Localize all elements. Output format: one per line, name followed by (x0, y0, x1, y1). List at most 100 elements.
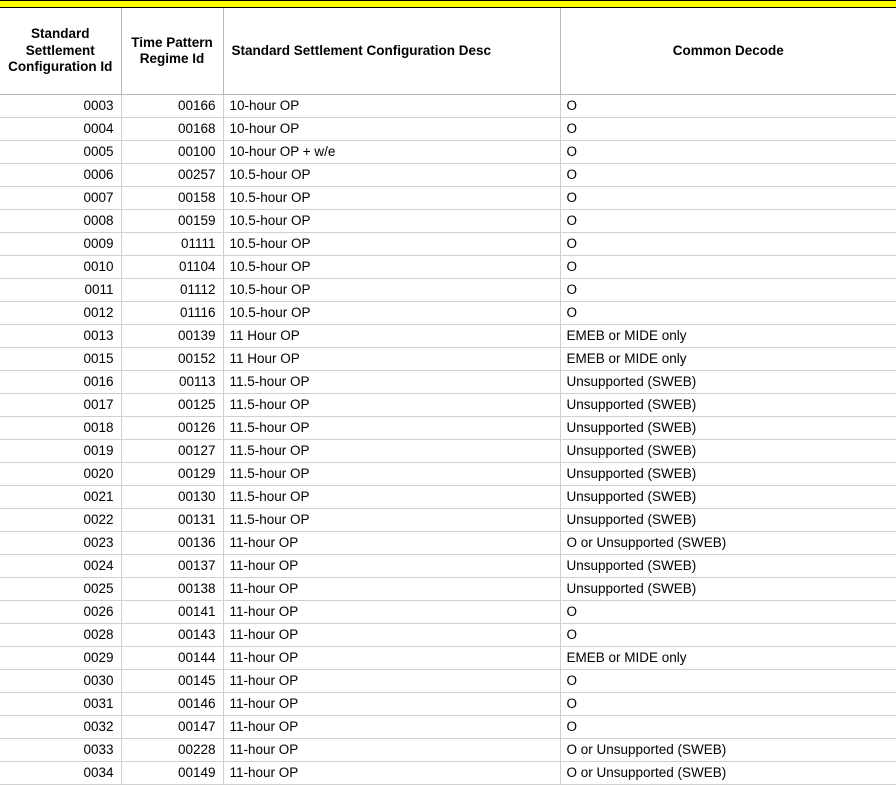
table-row[interactable]: 0015 00152 11 Hour OP EMEB or MIDE only (0, 347, 896, 371)
cell-time-pattern-regime-id[interactable]: 00141 (121, 600, 224, 624)
cell-standard-settlement-configuration-id[interactable]: 0013 (0, 324, 122, 348)
cell-standard-settlement-configuration-id[interactable]: 0023 (0, 531, 122, 555)
cell-standard-settlement-configuration-desc[interactable]: 11-hour OP (223, 531, 561, 555)
cell-standard-settlement-configuration-desc[interactable]: 11-hour OP (223, 692, 561, 716)
cell-common-decode[interactable]: O (560, 623, 896, 647)
table-row[interactable]: 0025 00138 11-hour OP Unsupported (SWEB) (0, 577, 896, 601)
column-header-standard-settlement-configuration-id[interactable]: Standard Settlement Configuration Id (0, 8, 122, 95)
cell-time-pattern-regime-id[interactable]: 01116 (121, 301, 224, 325)
cell-common-decode[interactable]: EMEB or MIDE only (560, 324, 896, 348)
cell-common-decode[interactable]: EMEB or MIDE only (560, 646, 896, 670)
cell-standard-settlement-configuration-id[interactable]: 0021 (0, 485, 122, 509)
cell-time-pattern-regime-id[interactable]: 00228 (121, 738, 224, 762)
cell-time-pattern-regime-id[interactable]: 00166 (121, 94, 224, 118)
cell-standard-settlement-configuration-desc[interactable]: 10.5-hour OP (223, 255, 561, 279)
cell-common-decode[interactable]: O (560, 715, 896, 739)
table-row[interactable]: 0029 00144 11-hour OP EMEB or MIDE only (0, 646, 896, 670)
cell-common-decode[interactable]: Unsupported (SWEB) (560, 485, 896, 509)
cell-time-pattern-regime-id[interactable]: 00143 (121, 623, 224, 647)
cell-time-pattern-regime-id[interactable]: 00137 (121, 554, 224, 578)
table-row[interactable]: 0011 01112 10.5-hour OP O (0, 278, 896, 302)
cell-common-decode[interactable]: O or Unsupported (SWEB) (560, 531, 896, 555)
cell-standard-settlement-configuration-desc[interactable]: 11-hour OP (223, 577, 561, 601)
table-row[interactable]: 0020 00129 11.5-hour OP Unsupported (SWEB) (0, 462, 896, 486)
cell-standard-settlement-configuration-id[interactable]: 0032 (0, 715, 122, 739)
cell-standard-settlement-configuration-id[interactable]: 0009 (0, 232, 122, 256)
cell-time-pattern-regime-id[interactable]: 00138 (121, 577, 224, 601)
cell-time-pattern-regime-id[interactable]: 00145 (121, 669, 224, 693)
table-row[interactable]: 0007 00158 10.5-hour OP O (0, 186, 896, 210)
cell-standard-settlement-configuration-id[interactable]: 0031 (0, 692, 122, 716)
cell-standard-settlement-configuration-id[interactable]: 0007 (0, 186, 122, 210)
cell-standard-settlement-configuration-id[interactable]: 0019 (0, 439, 122, 463)
cell-time-pattern-regime-id[interactable]: 01112 (121, 278, 224, 302)
cell-standard-settlement-configuration-id[interactable]: 0033 (0, 738, 122, 762)
table-row[interactable]: 0026 00141 11-hour OP O (0, 600, 896, 624)
cell-time-pattern-regime-id[interactable]: 00130 (121, 485, 224, 509)
cell-standard-settlement-configuration-id[interactable]: 0030 (0, 669, 122, 693)
cell-standard-settlement-configuration-id[interactable]: 0015 (0, 347, 122, 371)
cell-common-decode[interactable]: O (560, 669, 896, 693)
cell-time-pattern-regime-id[interactable]: 00125 (121, 393, 224, 417)
table-row[interactable]: 0030 00145 11-hour OP O (0, 669, 896, 693)
cell-standard-settlement-configuration-desc[interactable]: 10.5-hour OP (223, 232, 561, 256)
cell-time-pattern-regime-id[interactable]: 00113 (121, 370, 224, 394)
cell-time-pattern-regime-id[interactable]: 00131 (121, 508, 224, 532)
table-row[interactable]: 0006 00257 10.5-hour OP O (0, 163, 896, 187)
cell-standard-settlement-configuration-id[interactable]: 0028 (0, 623, 122, 647)
table-row[interactable]: 0019 00127 11.5-hour OP Unsupported (SWEB) (0, 439, 896, 463)
cell-standard-settlement-configuration-desc[interactable]: 10.5-hour OP (223, 209, 561, 233)
cell-common-decode[interactable]: EMEB or MIDE only (560, 347, 896, 371)
cell-standard-settlement-configuration-id[interactable]: 0012 (0, 301, 122, 325)
cell-time-pattern-regime-id[interactable]: 00126 (121, 416, 224, 440)
column-header-standard-settlement-configuration-desc[interactable]: Standard Settlement Configuration Desc (223, 8, 561, 95)
cell-standard-settlement-configuration-desc[interactable]: 11 Hour OP (223, 347, 561, 371)
cell-time-pattern-regime-id[interactable]: 00158 (121, 186, 224, 210)
column-header-time-pattern-regime-id[interactable]: Time Pattern Regime Id (121, 8, 224, 95)
cell-standard-settlement-configuration-id[interactable]: 0018 (0, 416, 122, 440)
cell-standard-settlement-configuration-desc[interactable]: 11-hour OP (223, 761, 561, 785)
cell-standard-settlement-configuration-desc[interactable]: 11-hour OP (223, 646, 561, 670)
cell-common-decode[interactable]: O (560, 163, 896, 187)
cell-time-pattern-regime-id[interactable]: 00168 (121, 117, 224, 141)
cell-standard-settlement-configuration-desc[interactable]: 11.5-hour OP (223, 485, 561, 509)
cell-time-pattern-regime-id[interactable]: 00159 (121, 209, 224, 233)
table-row[interactable]: 0022 00131 11.5-hour OP Unsupported (SWEB) (0, 508, 896, 532)
table-row[interactable]: 0012 01116 10.5-hour OP O (0, 301, 896, 325)
cell-standard-settlement-configuration-id[interactable]: 0010 (0, 255, 122, 279)
cell-standard-settlement-configuration-desc[interactable]: 11-hour OP (223, 738, 561, 762)
cell-standard-settlement-configuration-desc[interactable]: 10.5-hour OP (223, 163, 561, 187)
table-row[interactable]: 0008 00159 10.5-hour OP O (0, 209, 896, 233)
cell-standard-settlement-configuration-desc[interactable]: 11-hour OP (223, 600, 561, 624)
cell-standard-settlement-configuration-desc[interactable]: 11.5-hour OP (223, 508, 561, 532)
cell-common-decode[interactable]: Unsupported (SWEB) (560, 416, 896, 440)
cell-standard-settlement-configuration-desc[interactable]: 11.5-hour OP (223, 416, 561, 440)
cell-standard-settlement-configuration-desc[interactable]: 10-hour OP (223, 94, 561, 118)
cell-common-decode[interactable]: O (560, 600, 896, 624)
table-row[interactable]: 0024 00137 11-hour OP Unsupported (SWEB) (0, 554, 896, 578)
table-row[interactable]: 0034 00149 11-hour OP O or Unsupported (SWE… (0, 761, 896, 785)
cell-common-decode[interactable]: O (560, 117, 896, 141)
cell-standard-settlement-configuration-id[interactable]: 0017 (0, 393, 122, 417)
cell-time-pattern-regime-id[interactable]: 00146 (121, 692, 224, 716)
cell-common-decode[interactable]: O (560, 140, 896, 164)
cell-standard-settlement-configuration-id[interactable]: 0006 (0, 163, 122, 187)
cell-time-pattern-regime-id[interactable]: 00144 (121, 646, 224, 670)
cell-standard-settlement-configuration-desc[interactable]: 10-hour OP (223, 117, 561, 141)
cell-common-decode[interactable]: O (560, 301, 896, 325)
cell-standard-settlement-configuration-desc[interactable]: 11.5-hour OP (223, 439, 561, 463)
cell-common-decode[interactable]: O or Unsupported (SWEB) (560, 738, 896, 762)
cell-standard-settlement-configuration-desc[interactable]: 11-hour OP (223, 715, 561, 739)
cell-standard-settlement-configuration-desc[interactable]: 11-hour OP (223, 623, 561, 647)
table-row[interactable]: 0017 00125 11.5-hour OP Unsupported (SWEB) (0, 393, 896, 417)
table-row[interactable]: 0009 01111 10.5-hour OP O (0, 232, 896, 256)
cell-standard-settlement-configuration-desc[interactable]: 11-hour OP (223, 554, 561, 578)
table-row[interactable]: 0033 00228 11-hour OP O or Unsupported (SWE… (0, 738, 896, 762)
cell-standard-settlement-configuration-desc[interactable]: 11.5-hour OP (223, 393, 561, 417)
cell-common-decode[interactable]: O (560, 692, 896, 716)
cell-standard-settlement-configuration-desc[interactable]: 11.5-hour OP (223, 370, 561, 394)
cell-common-decode[interactable]: O (560, 232, 896, 256)
table-row[interactable]: 0018 00126 11.5-hour OP Unsupported (SWEB) (0, 416, 896, 440)
cell-standard-settlement-configuration-desc[interactable]: 11.5-hour OP (223, 462, 561, 486)
cell-standard-settlement-configuration-desc[interactable]: 11 Hour OP (223, 324, 561, 348)
